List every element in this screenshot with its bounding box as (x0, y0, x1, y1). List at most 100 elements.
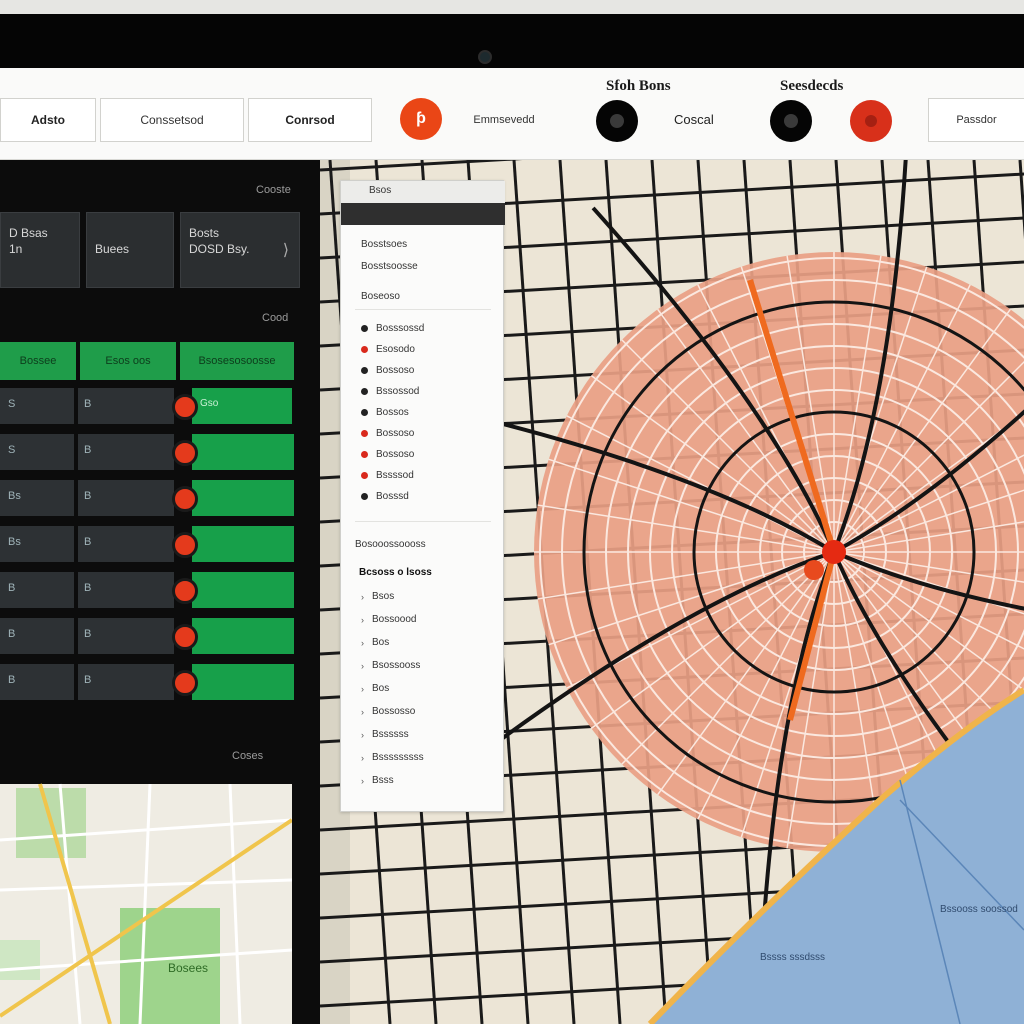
stat-card-3[interactable]: Bosts DOSD Bsy. ⟩ (180, 212, 300, 288)
top-toolbar: Adsto Conssetsod Conrsod ƥ Emmsevedd Sfo… (0, 68, 1024, 160)
layer-group-label: Bosstsoes (361, 239, 408, 250)
layer-group-item[interactable]: Bosstsoosse (361, 261, 418, 272)
row-cell-2: B (78, 434, 174, 470)
legend-section-subtitle: Bcsoss o lsoss (359, 567, 432, 578)
mini-map-svg: Bosees (0, 783, 320, 1024)
alert-dot-icon[interactable] (172, 486, 198, 512)
alert-dot-icon[interactable] (172, 440, 198, 466)
toolbar-button-1[interactable]: Adsto (0, 98, 96, 142)
pin-icon: ƥ (416, 110, 426, 127)
filter-item[interactable]: › Bossoood (361, 614, 416, 625)
filter-item[interactable]: › Bssssss (361, 729, 409, 740)
toggle-button-2[interactable] (770, 100, 812, 142)
layers-panel-tab[interactable]: Bsos (341, 181, 505, 203)
stat-card-3-value: DOSD Bsy. (189, 242, 250, 256)
monitor-bezel (0, 14, 1024, 68)
column-header-3[interactable]: Bsosesosoosse (180, 342, 294, 380)
panel-footer-label: Coses (232, 750, 264, 762)
filter-bullet-icon: › (361, 683, 364, 694)
layers-panel: Bsos Bosstsoes Bosstsoosse Boseoso Bosssoss… (340, 180, 505, 812)
layer-item[interactable]: Bossoso (361, 365, 414, 376)
filter-item[interactable]: › Bos (361, 683, 389, 694)
table-row[interactable]: Bs B (0, 526, 300, 562)
alert-dot-icon[interactable] (172, 532, 198, 558)
stat-card-1[interactable]: D Bsas 1n (0, 212, 80, 288)
stat-card-1-title: D Bsas (9, 226, 48, 240)
table-row[interactable]: SB (0, 434, 300, 470)
row-cell-2: B (78, 388, 174, 424)
column-header-2-label: Esos oos (105, 355, 151, 367)
layer-item[interactable]: Bossos (361, 407, 409, 418)
layer-item[interactable]: Esosodo (361, 344, 415, 355)
row-cell-2: B (78, 480, 174, 516)
layer-dot-icon (361, 388, 368, 395)
layer-dot-icon (361, 409, 368, 416)
layer-item[interactable]: Bssossod (361, 386, 419, 397)
row-cell-2: B (78, 572, 174, 608)
alert-dot-icon[interactable] (172, 578, 198, 604)
mini-map[interactable]: Bosees (0, 780, 320, 1024)
row-progress-bar (192, 664, 294, 700)
row-cell-1: Bs (0, 526, 74, 562)
column-header-3-label: Bsosesosoosse (198, 355, 276, 367)
layer-item[interactable]: Bossoso (361, 428, 414, 439)
legend-section-title: Bosooossoooss (355, 539, 426, 550)
toolbar-button-2[interactable]: Conssetsod (100, 98, 244, 142)
monitor-bezel-top (0, 0, 1024, 14)
row-progress-bar (192, 572, 294, 608)
table-row[interactable]: BB (0, 618, 300, 654)
record-button[interactable]: ƥ (400, 98, 442, 140)
secondary-marker[interactable] (804, 560, 824, 580)
layer-item-label: Bossoso (376, 365, 415, 376)
stat-card-2[interactable]: Buees (86, 212, 174, 288)
table-row[interactable]: S B Gso (0, 388, 300, 424)
row-cell-2: B (78, 526, 174, 562)
stat-card-2-title: Buees (95, 242, 130, 256)
table-row[interactable]: BB (0, 572, 300, 608)
layers-panel-header (341, 203, 505, 225)
column-header-1[interactable]: Bossee (0, 342, 76, 380)
row-progress-bar (192, 618, 294, 654)
filter-bullet-icon: › (361, 614, 364, 625)
mini-map-park-3 (0, 940, 40, 980)
filter-item[interactable]: › Bossosso (361, 706, 415, 717)
filter-item-label: Bsssssssss (372, 752, 424, 763)
alert-dot-icon[interactable] (172, 394, 198, 420)
filter-item[interactable]: › Bsss (361, 775, 394, 786)
layer-group-item[interactable]: Boseoso (361, 291, 400, 302)
layer-item[interactable]: Bosssd (361, 491, 409, 502)
filter-item-label: Bssssss (372, 729, 409, 740)
filter-item[interactable]: › Bsossooss (361, 660, 420, 671)
toggle-button-1[interactable] (596, 100, 638, 142)
filter-bullet-icon: › (361, 706, 364, 717)
layer-dot-icon (361, 430, 368, 437)
toolbar-label-1: Coscal (674, 112, 714, 127)
filter-bullet-icon: › (361, 591, 364, 602)
table-row[interactable]: BB (0, 664, 300, 700)
webcam-icon (478, 50, 492, 64)
center-marker[interactable] (822, 540, 846, 564)
column-header-2[interactable]: Esos oos (80, 342, 176, 380)
panel-top-label: Cooste (256, 184, 291, 196)
toolbar-button-4[interactable]: Emmsevedd (446, 98, 562, 142)
table-row[interactable]: Bs B (0, 480, 300, 516)
layer-item[interactable]: Bosssossd (361, 323, 424, 334)
filter-item[interactable]: › Bos (361, 637, 389, 648)
column-header-1-label: Bossee (19, 355, 57, 367)
toolbar-button-2-label: Conssetsod (140, 113, 204, 127)
toolbar-button-3[interactable]: Conrsod (248, 98, 372, 142)
filter-item-label: Bossoood (372, 614, 417, 625)
layer-group-item[interactable]: Bosstsoes (361, 239, 407, 250)
layer-dot-icon (361, 472, 368, 479)
layer-item-label: Bossoso (376, 428, 415, 439)
toggle-button-3[interactable] (850, 100, 892, 142)
filter-bullet-icon: › (361, 752, 364, 763)
layer-item[interactable]: Bssssod (361, 470, 414, 481)
filter-item[interactable]: › Bsos (361, 591, 394, 602)
filter-item-label: Bos (372, 683, 390, 694)
alert-dot-icon[interactable] (172, 624, 198, 650)
toolbar-button-5[interactable]: Passdor (928, 98, 1024, 142)
layer-item[interactable]: Bossoso (361, 449, 414, 460)
filter-item[interactable]: › Bsssssssss (361, 752, 424, 763)
alert-dot-icon[interactable] (172, 670, 198, 696)
